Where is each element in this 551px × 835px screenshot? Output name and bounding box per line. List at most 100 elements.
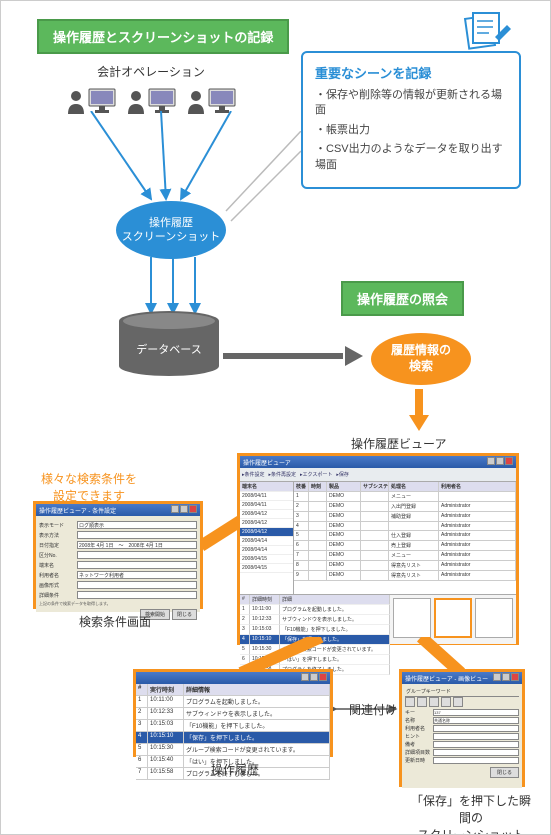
badge-recording: 操作履歴とスクリーンショットの記録 xyxy=(37,19,289,54)
side-header: 端末名 xyxy=(240,482,293,492)
monitor-icon xyxy=(88,88,116,114)
window-buttons xyxy=(492,673,519,683)
detail-row: 310:15:03「F10機能」を押下しました。 xyxy=(240,625,390,635)
form-field: 利用者名ネットワーク利用者 xyxy=(39,571,197,579)
thumbnail xyxy=(393,598,431,638)
field-input xyxy=(433,757,519,764)
field-label: 日付指定 xyxy=(39,542,77,549)
form-field: 備考 xyxy=(405,741,519,748)
label-relate: 関連付け xyxy=(349,701,397,718)
operator-unit xyxy=(66,88,116,114)
side-row: 2008/04/14 xyxy=(240,537,293,546)
field-input xyxy=(433,749,519,756)
history-row: 110:11:00プログラムを起動しました。 xyxy=(136,696,330,708)
database-icon: データベース xyxy=(119,311,219,381)
field-label: 名称 xyxy=(405,717,433,724)
field-label: 備考 xyxy=(405,741,433,748)
callout-item: 帳票出力 xyxy=(315,123,507,138)
window-title: 操作履歴ビューア xyxy=(243,458,291,467)
document-pen-icon xyxy=(461,11,511,51)
form-field: 端末名 xyxy=(39,561,197,569)
field-label: キー xyxy=(405,709,433,716)
field-label: 利用者名 xyxy=(405,725,433,732)
toolbar-item: ▸保存 xyxy=(336,471,349,478)
tab-label: グループキーワード xyxy=(405,687,519,697)
field-input: ネットワーク利用者 xyxy=(77,571,197,579)
form-field: 表示方法 xyxy=(39,531,197,539)
diagram-canvas: 操作履歴とスクリーンショットの記録 操作履歴の照会 会計オペレーション 操作履歴… xyxy=(0,0,551,835)
toolbar-item: ▸条件再設定 xyxy=(269,471,297,478)
titlebar: 操作履歴ビューア - 条件設定 xyxy=(36,504,200,516)
mock-history-window: #実行時刻詳細情報110:11:00プログラムを起動しました。210:12:33… xyxy=(133,669,333,757)
field-input xyxy=(77,531,197,539)
callout-important-scenes: 重要なシーンを記録 保存や削除等の情報が更新される場面帳票出力CSV出力のような… xyxy=(301,51,521,189)
field-label: 画像形式 xyxy=(39,582,77,589)
window-title: 操作履歴ビューア - 画像ビュー xyxy=(405,674,488,683)
detail-row: 210:12:33サブウィンドウを表示しました。 xyxy=(240,615,390,625)
arrow-db-to-search xyxy=(223,346,363,366)
grid-row: 8DEMO得意先リストAdministrator xyxy=(294,561,516,571)
accounting-operation: 会計オペレーション xyxy=(51,63,251,114)
detail-header: #詳細時刻詳細 xyxy=(240,595,390,605)
thumbnail xyxy=(475,598,513,638)
detail-row: 410:15:10「保存」を押下しました。 xyxy=(240,635,390,645)
detail-grid: #詳細時刻詳細110:11:00プログラムを起動しました。210:12:33サブ… xyxy=(240,595,390,644)
caption-screenshot: 「保存」を押下した瞬間のスクリーンショット xyxy=(411,793,531,835)
side-row: 2008/04/11 xyxy=(240,492,293,501)
field-label: 表示モード xyxy=(39,522,77,529)
toolbar: ▸条件設定▸条件再設定▸エクスポート▸保存 xyxy=(240,468,516,482)
field-label: 詳細項目数 xyxy=(405,749,433,756)
window-buttons xyxy=(300,673,327,683)
callout-item: 保存や削除等の情報が更新される場面 xyxy=(315,88,507,119)
field-label: 利用者名 xyxy=(39,572,77,579)
titlebar: 操作履歴ビューア - 画像ビュー xyxy=(402,672,522,684)
grid-row: 6DEMO売上登録Administrator xyxy=(294,541,516,551)
form-field: 区分No. xyxy=(39,551,197,559)
hint-text: 上記の条件で検索データを取得します。 xyxy=(39,601,197,607)
viewer-label: 操作履歴ビューア xyxy=(351,435,447,452)
history-row: 410:15:10「保存」を押下しました。 xyxy=(136,732,330,744)
callout-pointer xyxy=(221,131,311,231)
field-label: 表示方法 xyxy=(39,532,77,539)
button: 閉じる xyxy=(172,609,197,620)
caption-search-screen: 検索条件画面 xyxy=(79,613,151,630)
field-input xyxy=(77,561,197,569)
field-input xyxy=(433,733,519,740)
form-field: ヒント xyxy=(405,733,519,740)
field-input xyxy=(77,551,197,559)
form-field: 詳細条件 xyxy=(39,591,197,599)
person-icon xyxy=(126,90,146,114)
toolbar xyxy=(405,697,519,707)
side-row: 2008/04/12 xyxy=(240,510,293,519)
detail-row: 510:15:30グループ検索コードが変更されています。 xyxy=(240,645,390,655)
field-label: ヒント xyxy=(405,733,433,740)
form-field: 名称共通名称 xyxy=(405,717,519,724)
callout-item: CSV出力のようなデータを取り出す場面 xyxy=(315,142,507,173)
form-field: 画像形式 xyxy=(39,581,197,589)
detail-row: 110:11:00プログラムを起動しました。 xyxy=(240,605,390,615)
caption-history: 操作履歴 xyxy=(211,761,259,778)
history-search-ellipse: 履歴情報の 検索 xyxy=(371,333,471,385)
grid-row: 7DEMOメニューAdministrator xyxy=(294,551,516,561)
monitor-icon xyxy=(208,88,236,114)
grid-row: 9DEMO得意先リストAdministrator xyxy=(294,571,516,581)
side-row: 2008/04/15 xyxy=(240,555,293,564)
field-input: 137 xyxy=(433,709,519,716)
arrows-ops-to-ellipse xyxy=(71,111,271,211)
field-input: 2008年 4月 1日 〜 2008年 4月 1日 xyxy=(77,541,197,549)
field-input xyxy=(77,591,197,599)
field-label: 更新日時 xyxy=(405,757,433,764)
window-buttons xyxy=(486,457,513,467)
badge-inquiry: 操作履歴の照会 xyxy=(341,281,464,316)
side-row: 2008/04/12 xyxy=(240,528,293,537)
side-row: 2008/04/11 xyxy=(240,501,293,510)
arrow-search-to-viewer xyxy=(409,389,429,431)
operator-unit xyxy=(186,88,236,114)
grid-header: 枝番時刻製品サブシステム名処理名利用者名 xyxy=(294,482,516,492)
thumbnail-selected xyxy=(434,598,472,638)
titlebar xyxy=(136,672,330,684)
window-title: 操作履歴ビューア - 条件設定 xyxy=(39,506,116,515)
ellipse-line2: スクリーンショット xyxy=(122,230,220,244)
history-header: #実行時刻詳細情報 xyxy=(136,684,330,696)
field-input: ログ順表示 xyxy=(77,521,197,529)
